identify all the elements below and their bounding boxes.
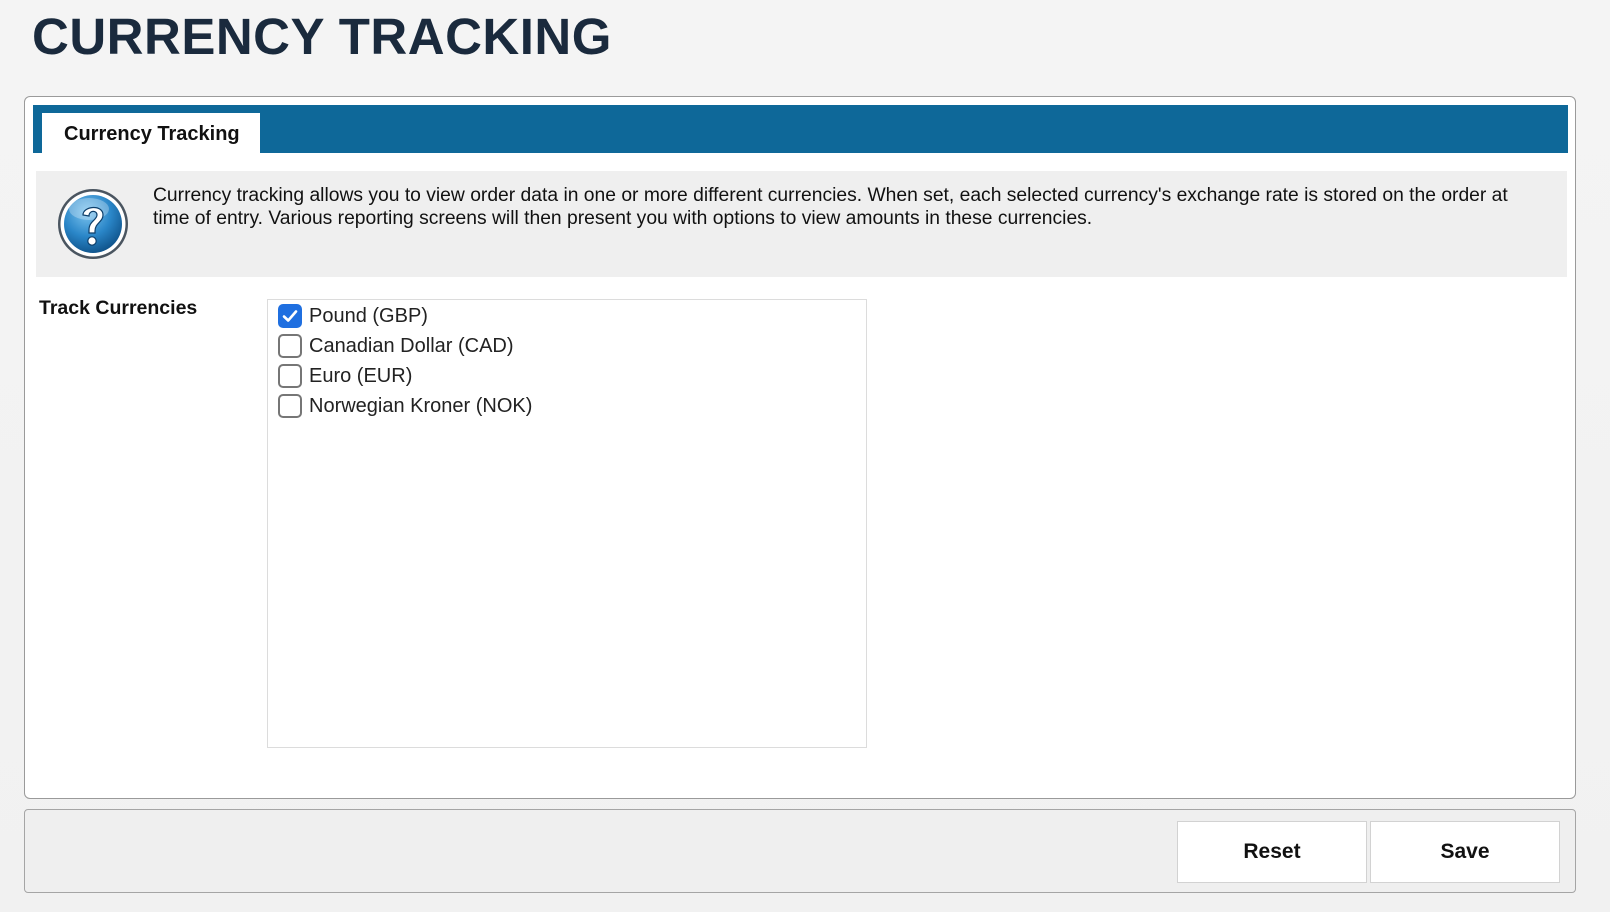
- currency-checkbox-list: Pound (GBP) Canadian Dollar (CAD) Euro (…: [267, 299, 867, 748]
- reset-button[interactable]: Reset: [1177, 821, 1367, 883]
- tab-bar: Currency Tracking: [33, 105, 1568, 153]
- tab-currency-tracking[interactable]: Currency Tracking: [42, 113, 260, 153]
- action-bar: Reset Save: [24, 809, 1576, 893]
- info-text: Currency tracking allows you to view ord…: [153, 185, 1508, 229]
- currency-item-gbp[interactable]: Pound (GBP): [278, 302, 428, 330]
- currency-label: Canadian Dollar (CAD): [309, 334, 514, 357]
- track-currencies-label: Track Currencies: [39, 297, 198, 319]
- currency-item-cad[interactable]: Canadian Dollar (CAD): [278, 332, 514, 360]
- page-title: CURRENCY TRACKING: [32, 8, 612, 65]
- checkbox-eur[interactable]: [278, 364, 302, 388]
- info-box: Currency tracking allows you to view ord…: [36, 171, 1567, 277]
- currency-label: Pound (GBP): [309, 304, 428, 327]
- currency-label: Euro (EUR): [309, 364, 413, 387]
- checkmark-icon: [282, 310, 298, 322]
- checkbox-nok[interactable]: [278, 394, 302, 418]
- currency-item-nok[interactable]: Norwegian Kroner (NOK): [278, 392, 532, 420]
- checkbox-cad[interactable]: [278, 334, 302, 358]
- help-question-icon: [58, 189, 128, 259]
- currency-item-eur[interactable]: Euro (EUR): [278, 362, 412, 390]
- checkbox-gbp[interactable]: [278, 304, 302, 328]
- currency-label: Norwegian Kroner (NOK): [309, 394, 533, 417]
- settings-panel: Currency Tracking Currency tracking allo…: [24, 96, 1576, 799]
- save-button[interactable]: Save: [1370, 821, 1560, 883]
